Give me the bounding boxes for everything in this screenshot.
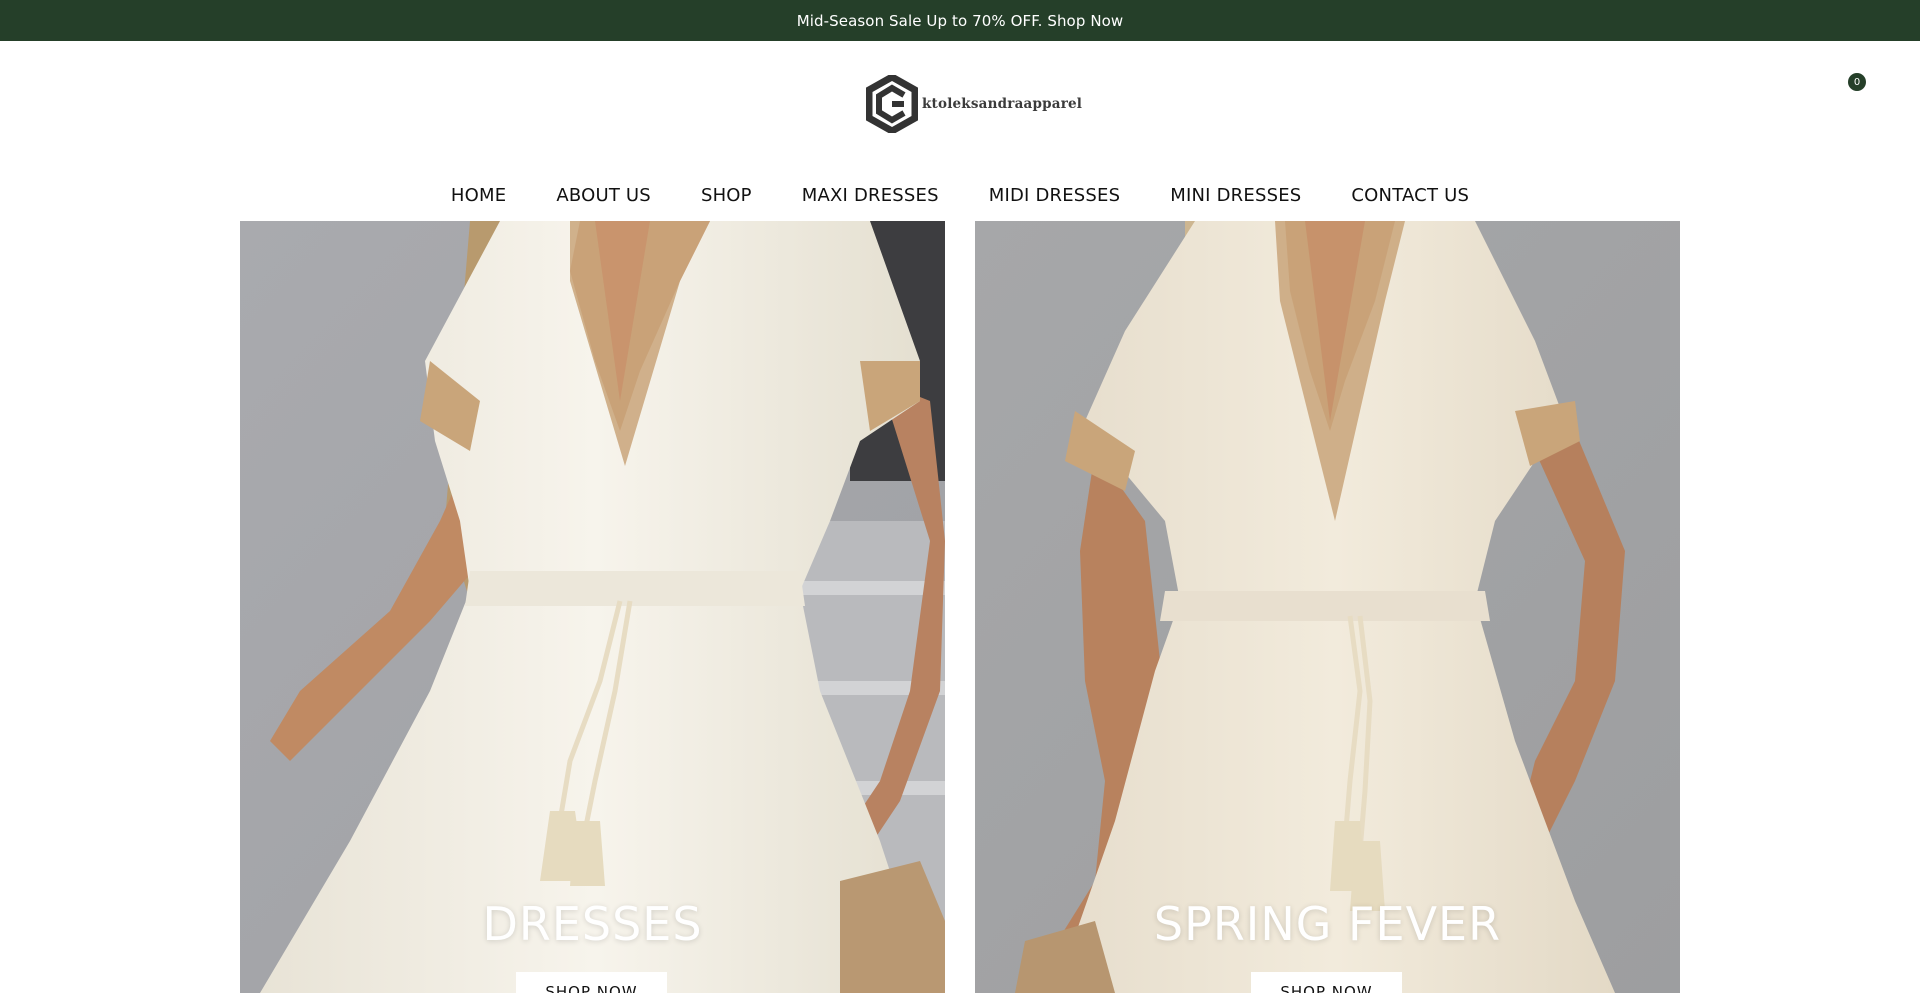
- brand-name: ktoleksandraapparel: [922, 96, 1083, 112]
- site-header: ktoleksandraapparel 0 HOME ABOUT US SHOP…: [0, 41, 1920, 221]
- nav-item-shop[interactable]: SHOP: [701, 185, 752, 206]
- nav-item-midi-dresses[interactable]: MIDI DRESSES: [989, 185, 1121, 206]
- banner-image-dresses: [240, 221, 945, 993]
- nav-item-about-us[interactable]: ABOUT US: [556, 185, 651, 206]
- nav-item-maxi-dresses[interactable]: MAXI DRESSES: [802, 185, 939, 206]
- site-logo[interactable]: ktoleksandraapparel: [866, 74, 1082, 134]
- announcement-link[interactable]: Mid-Season Sale Up to 70% OFF. Shop Now: [797, 12, 1124, 30]
- banner-image-spring-fever: [975, 221, 1680, 993]
- shop-now-button[interactable]: SHOP NOW: [516, 972, 667, 993]
- banner-title: SPRING FEVER: [1153, 897, 1502, 951]
- banner-spring-fever[interactable]: SPRING FEVER SHOP NOW: [975, 221, 1680, 993]
- shop-now-button[interactable]: SHOP NOW: [1251, 972, 1402, 993]
- nav-item-contact-us[interactable]: CONTACT US: [1351, 185, 1469, 206]
- main-nav: HOME ABOUT US SHOP MAXI DRESSES MIDI DRE…: [0, 174, 1920, 216]
- nav-item-mini-dresses[interactable]: MINI DRESSES: [1170, 185, 1301, 206]
- cart-count-badge: 0: [1848, 73, 1866, 91]
- promo-banners: DRESSES SHOP NOW SPRING FEVER SHOP NOW: [0, 221, 1920, 993]
- cart-button[interactable]: 0: [1836, 67, 1872, 103]
- hexagon-logo-icon: [866, 75, 918, 133]
- announcement-bar: Mid-Season Sale Up to 70% OFF. Shop Now: [0, 0, 1920, 41]
- nav-item-home[interactable]: HOME: [451, 185, 506, 206]
- banner-title: DRESSES: [482, 897, 703, 951]
- banner-dresses[interactable]: DRESSES SHOP NOW: [240, 221, 945, 993]
